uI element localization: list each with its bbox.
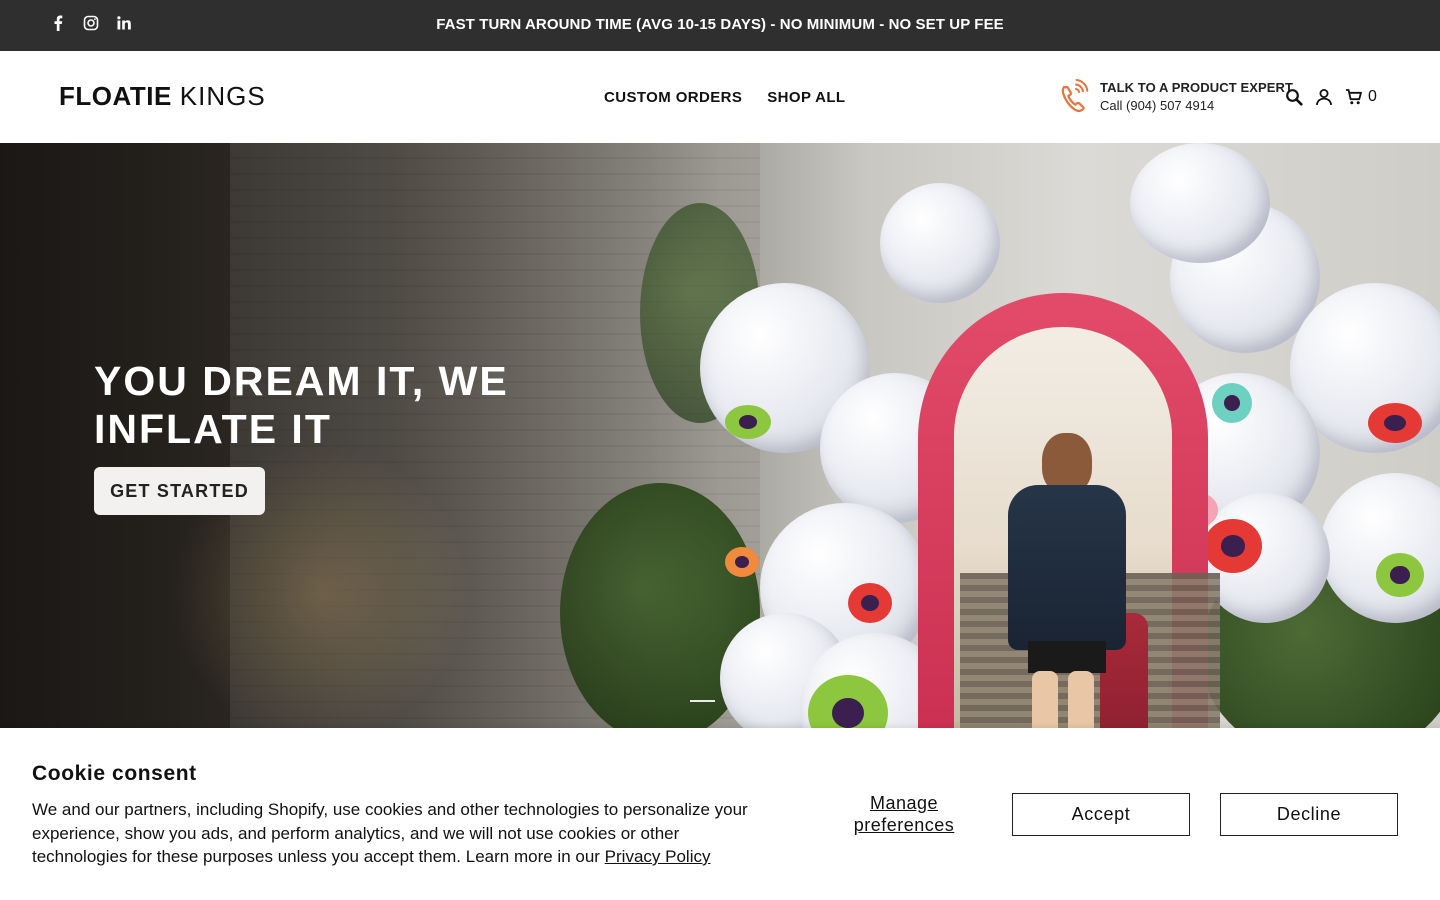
logo-light: KINGS <box>179 81 266 111</box>
expert-title: TALK TO A PRODUCT EXPERT <box>1100 79 1294 95</box>
slide-indicators <box>690 700 715 702</box>
expert-phone[interactable]: Call (904) 507 4914 <box>1100 98 1293 113</box>
announcement-bar: FAST TURN AROUND TIME (AVG 10-15 DAYS) -… <box>0 0 1440 51</box>
main-nav: CUSTOM ORDERS SHOP ALL <box>604 89 846 106</box>
announcement-text: FAST TURN AROUND TIME (AVG 10-15 DAYS) -… <box>436 16 1004 33</box>
search-icon[interactable] <box>1284 87 1304 107</box>
cart-count[interactable]: 0 <box>1368 88 1377 106</box>
hero-title: YOU DREAM IT, WE INFLATE IT <box>94 358 509 452</box>
decline-button[interactable]: Decline <box>1220 793 1398 836</box>
site-header: FLOATIE KINGS CUSTOM ORDERS SHOP ALL TAL… <box>0 51 1440 143</box>
manage-preferences-link[interactable]: Manage preferences <box>840 792 968 836</box>
product-expert[interactable]: TALK TO A PRODUCT EXPERT Call (904) 507 … <box>1058 78 1293 114</box>
header-icons: 0 <box>1284 87 1377 107</box>
slide-dot[interactable] <box>690 700 715 702</box>
cookie-banner: Cookie consent We and our partners, incl… <box>0 728 1440 900</box>
privacy-policy-link[interactable]: Privacy Policy <box>605 847 711 866</box>
get-started-button[interactable]: GET STARTED <box>94 467 265 515</box>
cookie-message: We and our partners, including Shopify, … <box>32 798 772 869</box>
logo[interactable]: FLOATIE KINGS <box>59 81 266 112</box>
logo-bold: FLOATIE <box>59 81 172 111</box>
cart-icon[interactable] <box>1344 87 1364 107</box>
nav-custom-orders[interactable]: CUSTOM ORDERS <box>604 89 742 106</box>
nav-shop-all[interactable]: SHOP ALL <box>767 89 845 106</box>
cookie-title: Cookie consent <box>32 762 197 785</box>
account-icon[interactable] <box>1314 87 1334 107</box>
phone-icon <box>1061 79 1089 113</box>
accept-button[interactable]: Accept <box>1012 793 1190 836</box>
